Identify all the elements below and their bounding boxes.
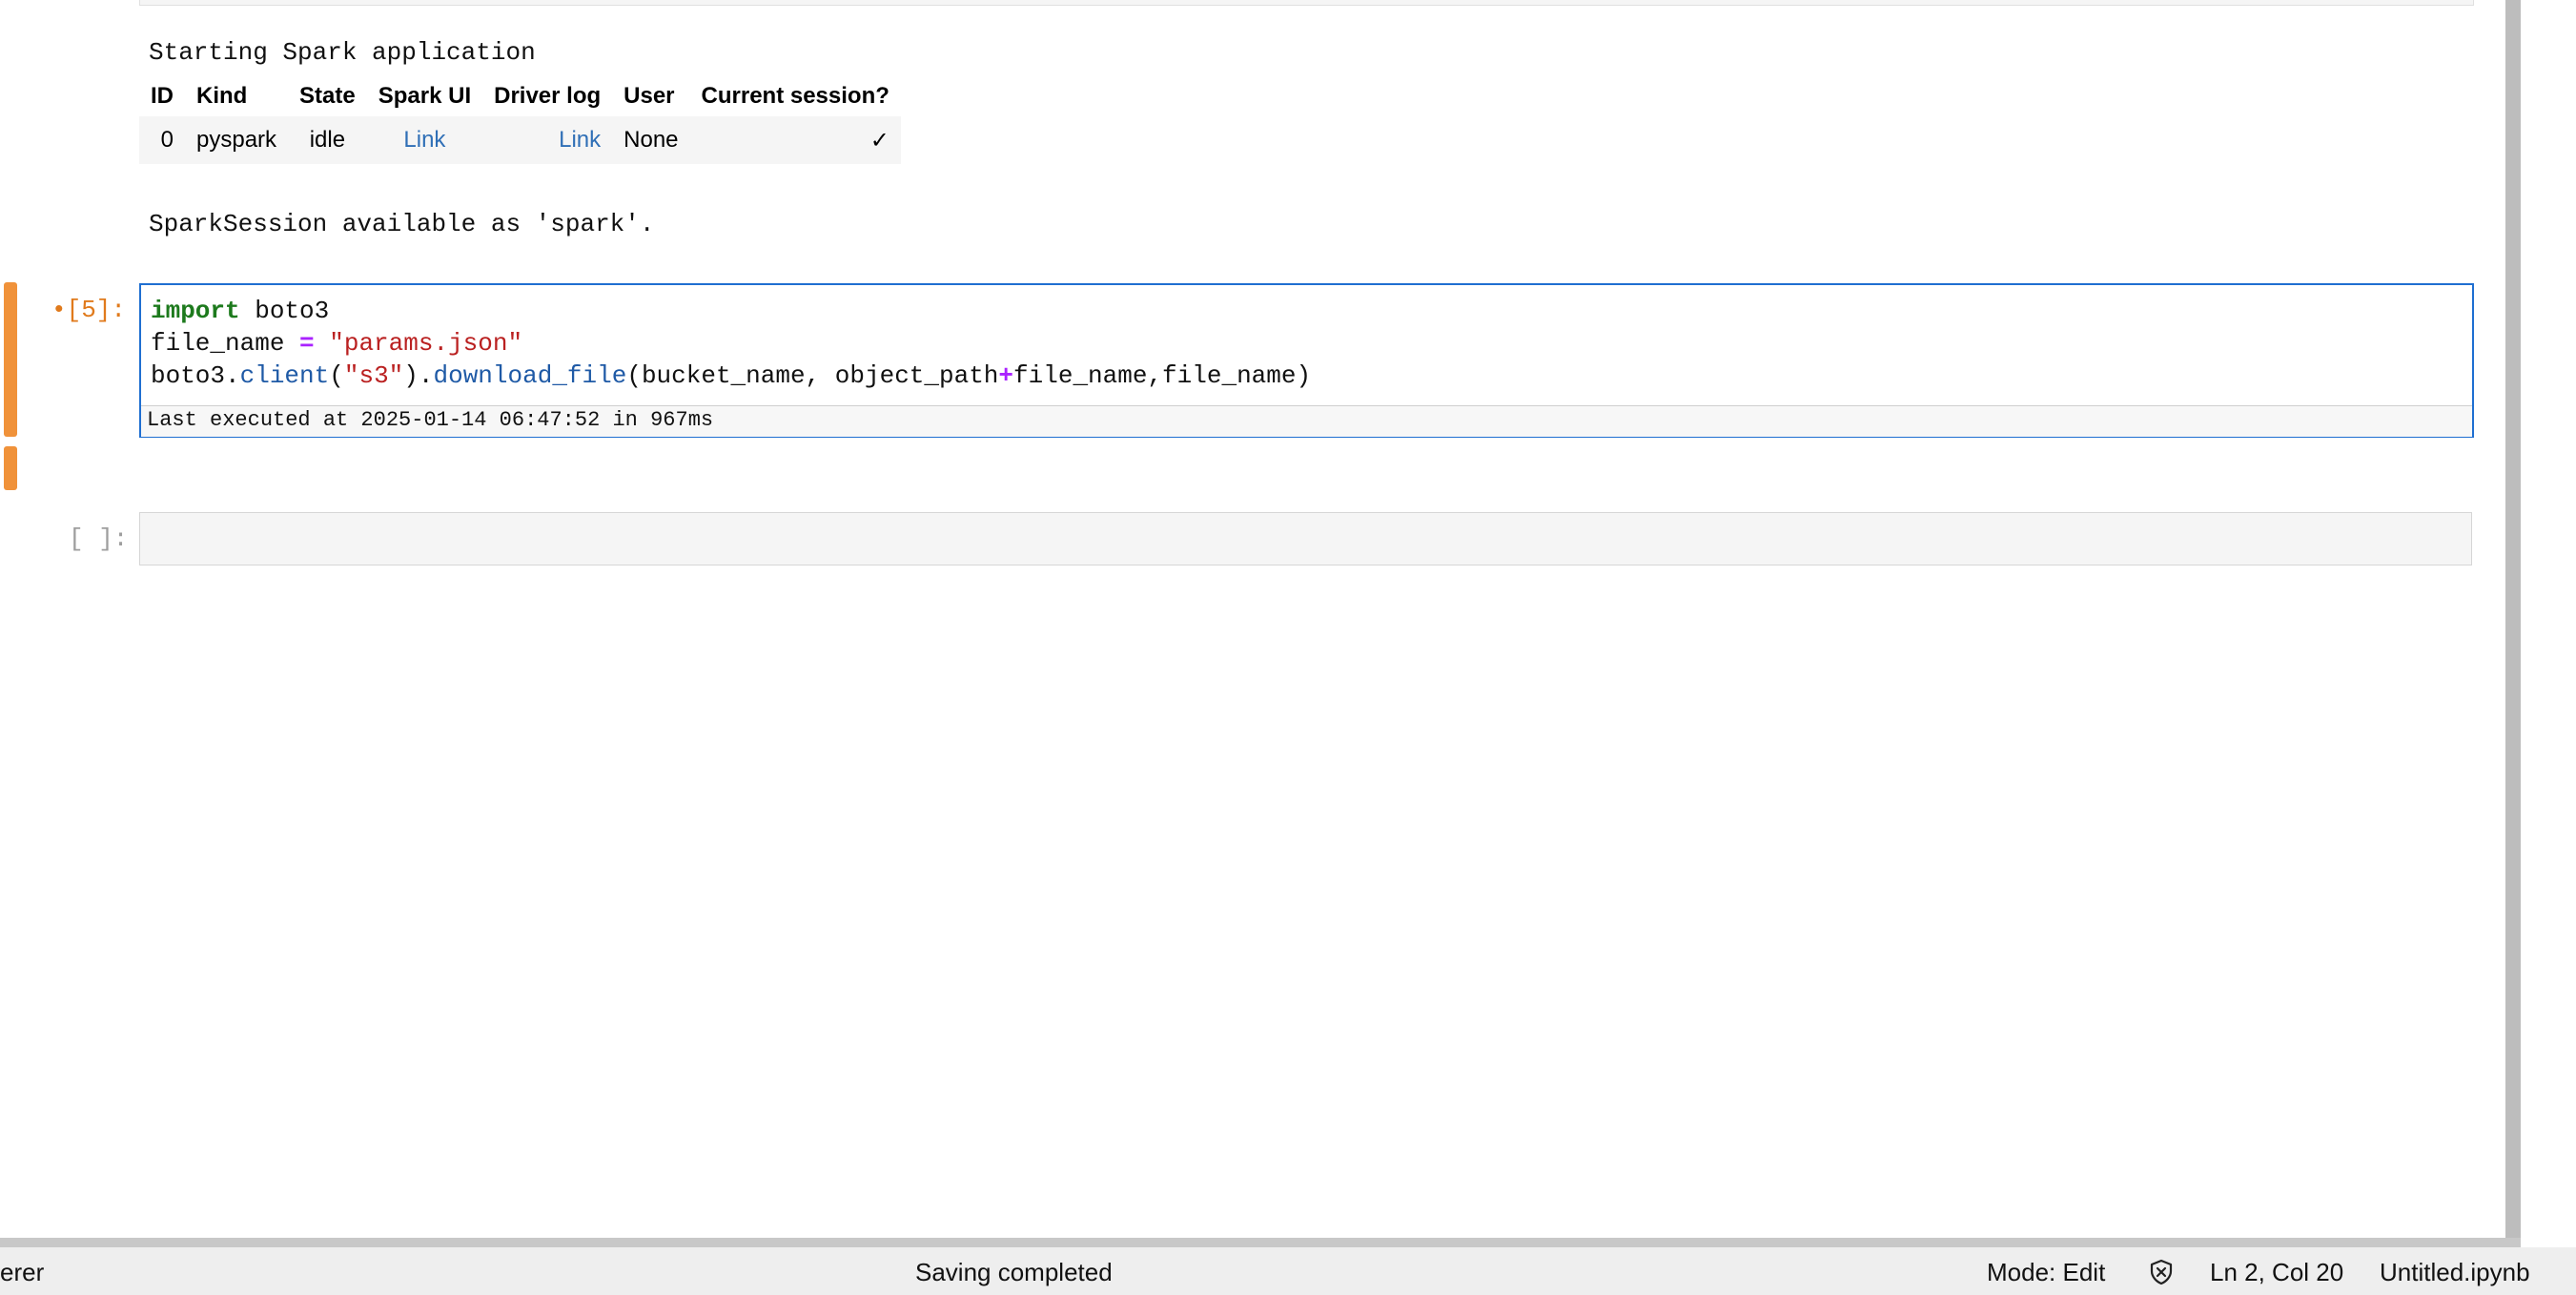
notebook-panel[interactable]: Starting Spark application ID Kind State… xyxy=(0,0,2505,1238)
save-status: Saving completed xyxy=(915,1258,1113,1286)
shield-x-icon[interactable] xyxy=(2147,1258,2176,1286)
code-text: file_name,file_name) xyxy=(1013,361,1312,390)
code-cell-editor[interactable]: import boto3 file_name = "params.json" b… xyxy=(139,283,2474,438)
code-text: (bucket_name, object_path xyxy=(626,361,999,390)
spark-session-table: ID Kind State Spark UI Driver log User C… xyxy=(139,76,901,164)
code-text: boto3. xyxy=(151,361,240,390)
cell-user: None xyxy=(612,116,690,164)
function-name: download_file xyxy=(433,361,627,390)
operator: + xyxy=(998,361,1014,390)
spark-session-text: SparkSession available as 'spark'. xyxy=(149,210,655,238)
code-text: ( xyxy=(329,361,344,390)
vertical-scrollbar[interactable] xyxy=(2505,0,2521,1238)
previous-cell-input[interactable] xyxy=(139,0,2474,6)
col-header-driver-log: Driver log xyxy=(494,83,602,109)
output-collapser[interactable] xyxy=(4,446,17,490)
panel-bottom-border xyxy=(0,1238,2521,1247)
file-name[interactable]: Untitled.ipynb xyxy=(2380,1258,2530,1287)
empty-cell-prompt: [ ]: xyxy=(69,524,129,553)
current-session-check: ✓ xyxy=(689,116,901,164)
code-text: file_name xyxy=(151,329,300,358)
function-name: client xyxy=(239,361,330,390)
keyword-import: import xyxy=(151,297,240,325)
col-header-id: ID xyxy=(151,83,174,109)
execution-time-bar: Last executed at 2025-01-14 06:47:52 in … xyxy=(141,405,2472,437)
col-header-spark-ui: Spark UI xyxy=(378,83,472,109)
col-header-user: User xyxy=(624,83,675,109)
cell-state: idle xyxy=(288,116,367,164)
driver-log-link[interactable]: Link xyxy=(559,127,601,153)
code-text: ). xyxy=(403,361,434,390)
execution-time-text: Last executed at 2025-01-14 06:47:52 in … xyxy=(147,408,714,432)
cursor-position[interactable]: Ln 2, Col 20 xyxy=(2210,1258,2343,1287)
string-literal: "params.json" xyxy=(329,329,523,358)
cell-prompt: •[5]: xyxy=(51,296,127,324)
code-line-2: file_name = "params.json" xyxy=(151,329,522,358)
code-line-3: boto3.client("s3").download_file(bucket_… xyxy=(151,361,1311,390)
code-text: boto3 xyxy=(239,297,330,325)
status-left-text[interactable]: erer xyxy=(0,1258,44,1287)
string-literal: "s3" xyxy=(343,361,404,390)
right-gutter xyxy=(2521,0,2576,1247)
status-bar: erer Saving completed Mode: Edit Ln 2, C… xyxy=(0,1247,2576,1295)
spark-starting-text: Starting Spark application xyxy=(149,38,536,67)
cell-kind: pyspark xyxy=(185,116,289,164)
cell-id: 0 xyxy=(139,116,185,164)
col-header-kind: Kind xyxy=(196,83,248,109)
table-header-row: ID Kind State Spark UI Driver log User C… xyxy=(139,76,901,116)
operator: = xyxy=(299,329,315,358)
active-cell-collapser[interactable] xyxy=(4,282,17,437)
spark-ui-link[interactable]: Link xyxy=(403,127,445,153)
table-row: 0 pyspark idle Link Link None ✓ xyxy=(139,116,901,164)
col-header-current-session: Current session? xyxy=(701,83,889,109)
code-editor-text[interactable]: import boto3 file_name = "params.json" b… xyxy=(151,295,1311,392)
mode-indicator[interactable]: Mode: Edit xyxy=(1987,1258,2105,1287)
empty-code-cell[interactable] xyxy=(139,512,2472,565)
code-line-1: import boto3 xyxy=(151,297,329,325)
col-header-state: State xyxy=(299,83,356,109)
